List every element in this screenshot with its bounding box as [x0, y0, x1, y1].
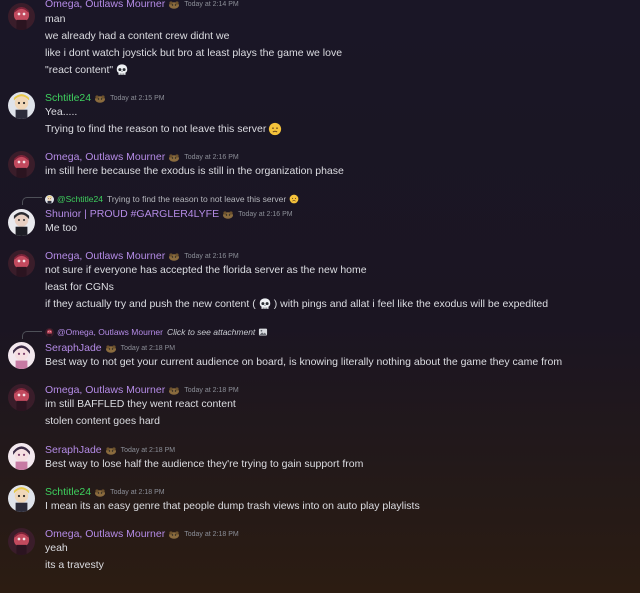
avatar[interactable] — [8, 209, 35, 236]
message-line: Me too — [45, 222, 78, 234]
reply-avatar — [45, 328, 54, 337]
message-line: Best way to lose half the audience they'… — [45, 458, 364, 470]
author-name[interactable]: SeraphJade — [45, 444, 102, 456]
author-name[interactable]: Schtitle24 — [45, 486, 91, 498]
avatar[interactable] — [8, 528, 35, 555]
message-text: Trying to find the reason to not leave t… — [45, 123, 267, 135]
reply-preview[interactable]: @Schtitle24 Trying to find the reason to… — [45, 193, 299, 205]
message-line: Yea..... — [45, 106, 78, 118]
message-line: Best way to not get your current audienc… — [45, 356, 563, 368]
message-line: man — [45, 13, 66, 25]
mole-badge-icon — [168, 251, 180, 261]
message-line: "react content" — [45, 63, 131, 77]
reply-preview[interactable]: @Omega, Outlaws Mourner Click to see att… — [45, 326, 268, 338]
message-text: if they actually try and push the new co… — [45, 298, 256, 310]
message-line: im still BAFFLED they went react content — [45, 398, 236, 410]
mole-badge-icon — [168, 385, 180, 395]
avatar[interactable] — [8, 342, 35, 369]
message-line: least for CGNs — [45, 281, 114, 293]
sad-face-emoji-icon — [268, 122, 282, 136]
reply-mention[interactable]: @Schtitle24 — [57, 194, 103, 204]
timestamp: Today at 2:18 PM — [120, 344, 176, 352]
message-text: ) with pings and allat i feel like the e… — [273, 298, 549, 310]
author-name[interactable]: Omega, Outlaws Mourner — [45, 0, 165, 10]
image-attachment-icon — [258, 327, 268, 337]
timestamp: Today at 2:18 PM — [120, 446, 176, 454]
message-text: "react content" — [45, 64, 114, 76]
mole-badge-icon — [168, 0, 180, 9]
message-line: im still here because the exodus is stil… — [45, 165, 344, 177]
message-line: yeah — [45, 542, 68, 554]
avatar[interactable] — [8, 151, 35, 178]
author-name[interactable]: Omega, Outlaws Mourner — [45, 528, 165, 540]
reply-avatar — [45, 195, 54, 204]
timestamp: Today at 2:15 PM — [110, 94, 165, 102]
avatar[interactable] — [8, 250, 35, 277]
author-name[interactable]: Omega, Outlaws Mourner — [45, 250, 165, 262]
reply-connector — [22, 331, 42, 339]
mole-badge-icon — [168, 529, 180, 539]
mole-badge-icon — [168, 152, 180, 162]
avatar[interactable] — [8, 3, 35, 30]
message-line: like i dont watch joystick but bro at le… — [45, 47, 343, 59]
mole-badge-icon — [222, 209, 234, 219]
author-name[interactable]: Schtitle24 — [45, 92, 91, 104]
message-line: Trying to find the reason to not leave t… — [45, 122, 284, 136]
message-line: we already had a content crew didnt we — [45, 30, 230, 42]
skull-emoji-icon — [115, 63, 129, 77]
message-line: if they actually try and push the new co… — [45, 297, 548, 311]
reply-connector — [22, 197, 42, 205]
message-line: its a travesty — [45, 559, 104, 571]
message-line: I mean its an easy genre that people dum… — [45, 500, 420, 512]
author-name[interactable]: Omega, Outlaws Mourner — [45, 151, 165, 163]
skull-emoji-icon — [258, 297, 272, 311]
mole-badge-icon — [94, 93, 106, 103]
mole-badge-icon — [94, 487, 106, 497]
message-line: stolen content goes hard — [45, 415, 160, 427]
timestamp: Today at 2:18 PM — [110, 488, 165, 496]
author-name[interactable]: Omega, Outlaws Mourner — [45, 384, 165, 396]
timestamp: Today at 2:14 PM — [184, 0, 239, 8]
mole-badge-icon — [105, 343, 117, 353]
sad-face-emoji-icon — [289, 194, 299, 204]
timestamp: Today at 2:18 PM — [184, 530, 239, 538]
avatar[interactable] — [8, 443, 35, 470]
author-name[interactable]: SeraphJade — [45, 342, 102, 354]
timestamp: Today at 2:16 PM — [184, 252, 239, 260]
reply-attachment-text[interactable]: Click to see attachment — [167, 327, 255, 337]
reply-text: Trying to find the reason to not leave t… — [106, 194, 287, 204]
timestamp: Today at 2:16 PM — [184, 153, 239, 161]
avatar[interactable] — [8, 485, 35, 512]
timestamp: Today at 2:18 PM — [184, 386, 239, 394]
avatar[interactable] — [8, 92, 35, 119]
author-name[interactable]: Shunior | PROUD #GARGLER4LYFE — [45, 208, 219, 220]
avatar[interactable] — [8, 384, 35, 411]
timestamp: Today at 2:16 PM — [238, 210, 293, 218]
reply-mention[interactable]: @Omega, Outlaws Mourner — [57, 327, 163, 337]
mole-badge-icon — [105, 445, 117, 455]
message-line: not sure if everyone has accepted the fl… — [45, 264, 367, 276]
